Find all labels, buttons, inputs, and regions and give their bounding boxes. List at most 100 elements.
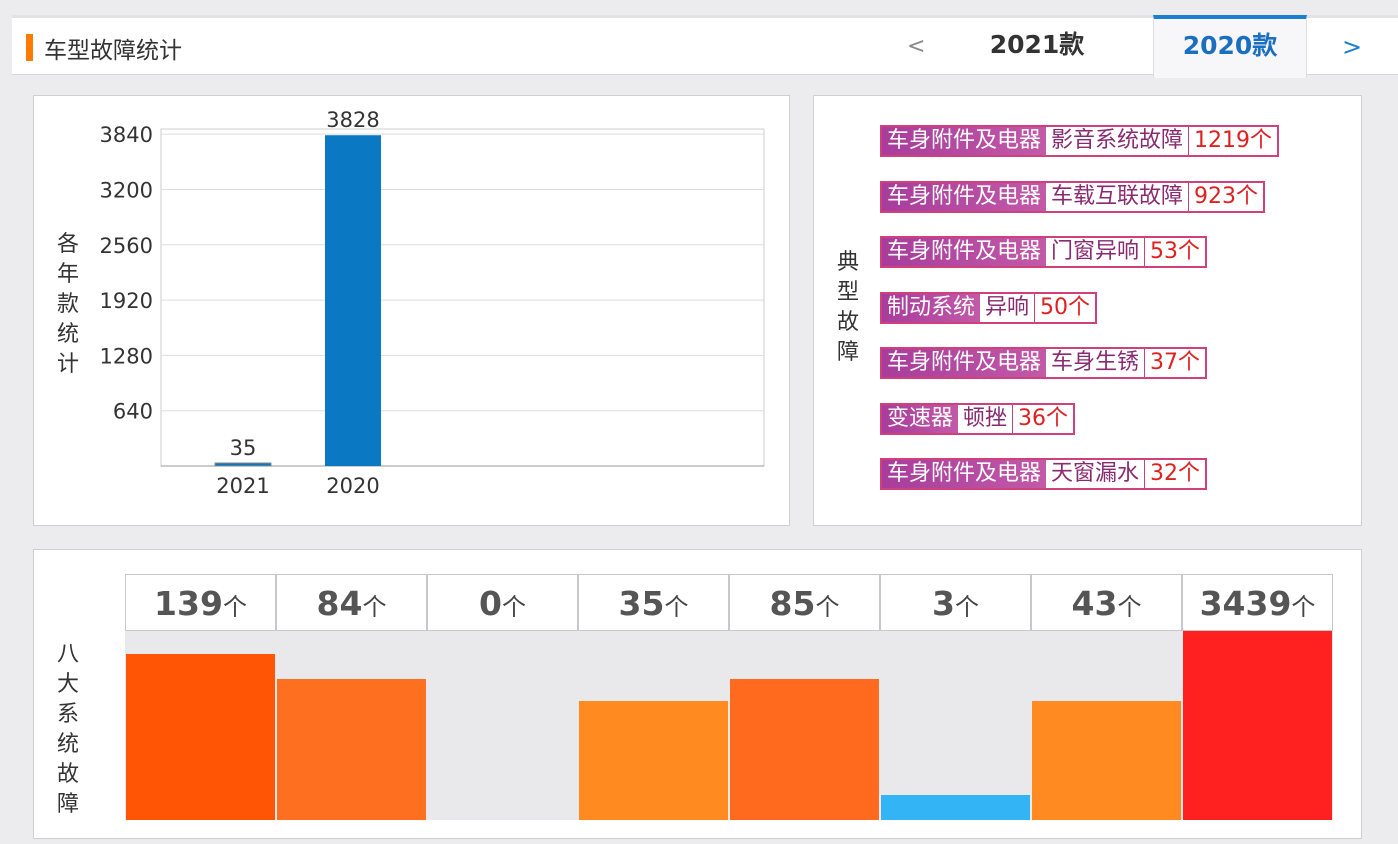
count-unit: 个: [664, 593, 689, 621]
bar: [325, 135, 381, 466]
level-fill: [881, 795, 1030, 820]
level-track: [427, 631, 578, 820]
level-track: [880, 631, 1031, 820]
fault-issue: 异响: [980, 293, 1036, 322]
eight-systems-panel: 八大系统故障 139个 84个 0个 35个 85个 3个 43个 3439个: [33, 549, 1362, 839]
fault-system: 车身附件及电器: [882, 182, 1047, 211]
fault-issue: 影音系统故障: [1046, 127, 1190, 155]
fault-count: 32个: [1150, 461, 1201, 486]
fault-issue: 门窗异响: [1046, 238, 1146, 266]
next-arrow-icon[interactable]: >: [1342, 18, 1362, 76]
system-fault-column[interactable]: 85个: [729, 574, 880, 844]
count-unit: 个: [362, 593, 387, 621]
fault-count: 36个: [1018, 405, 1069, 431]
tab-2020[interactable]: 2020款: [1153, 15, 1307, 78]
x-tick-label: 2021: [216, 474, 269, 498]
prev-arrow-icon[interactable]: <: [907, 18, 925, 76]
count-value: 43: [1071, 584, 1118, 623]
level-track: [1031, 631, 1182, 820]
bar-chart: 640 1280 1920 2560 3200 3840 35 2021 3828 2020: [100, 108, 765, 498]
count-value: 35: [618, 584, 665, 623]
system-fault-column[interactable]: 139个: [125, 574, 276, 844]
fault-count: 923个: [1194, 183, 1259, 209]
typical-fault-item[interactable]: 变速器 顿挫 36个: [880, 402, 1076, 435]
count-unit: 个: [501, 593, 526, 621]
fault-issue: 车载互联故障: [1046, 182, 1190, 211]
level-track: [276, 631, 427, 820]
count-unit: 个: [954, 593, 979, 621]
fault-system: 车身附件及电器: [882, 460, 1047, 488]
section-title: 车型故障统计: [44, 38, 182, 64]
level-fill: [126, 653, 275, 820]
count-value: 3: [932, 584, 955, 623]
typical-fault-item[interactable]: 车身附件及电器 车身生锈 37个: [880, 347, 1208, 379]
level-track: [1182, 631, 1333, 820]
system-fault-column[interactable]: 43个: [1031, 574, 1182, 844]
level-track: [125, 631, 276, 820]
fault-count: 53个: [1150, 239, 1201, 264]
system-fault-column[interactable]: 3439个: [1182, 574, 1333, 844]
system-fault-column[interactable]: 0个: [427, 574, 578, 844]
count-unit: 个: [1117, 593, 1142, 621]
fault-issue: 车身生锈: [1046, 349, 1146, 377]
y-tick-label: 1280: [100, 344, 153, 368]
fault-count: 1219个: [1194, 128, 1273, 153]
system-fault-count: 3个: [880, 574, 1031, 631]
fault-issue: 天窗漏水: [1046, 460, 1146, 488]
typical-faults-panel: 典型故障 车身附件及电器 影音系统故障 1219个 车身附件及电器 车载互联故障 923个…: [813, 95, 1362, 526]
count-value: 3439: [1199, 584, 1292, 623]
system-fault-count: 84个: [276, 574, 427, 631]
y-tick-label: 640: [113, 400, 153, 424]
level-track: [578, 631, 729, 820]
eight-systems-label: 八大系统故障: [56, 642, 79, 817]
system-fault-count: 3439个: [1182, 574, 1333, 631]
data-label: 3828: [326, 108, 379, 132]
fault-system: 车身附件及电器: [882, 127, 1047, 155]
data-label: 35: [230, 436, 257, 460]
x-tick-label: 2020: [326, 474, 379, 498]
section-header: 车型故障统计 < 2021款 2020款 >: [12, 15, 1398, 78]
fault-issue: 顿挫: [958, 404, 1014, 433]
count-unit: 个: [815, 593, 840, 621]
count-value: 0: [479, 584, 502, 623]
y-tick-label: 1920: [100, 289, 153, 313]
typical-fault-item[interactable]: 车身附件及电器 门窗异响 53个: [880, 236, 1208, 268]
yearly-chart-panel: 各年款统计 640 1280 1920 2560 3200 3840 35 2021 3828 2…: [33, 95, 790, 526]
count-unit: 个: [1291, 593, 1316, 621]
fault-count: 37个: [1150, 350, 1201, 375]
level-fill: [1032, 700, 1181, 820]
system-fault-count: 0个: [427, 574, 578, 631]
y-tick-label: 3840: [100, 123, 153, 147]
fault-count: 50个: [1040, 294, 1091, 320]
count-value: 84: [316, 584, 363, 623]
system-fault-column[interactable]: 35个: [578, 574, 729, 844]
level-fill: [579, 700, 728, 820]
typical-fault-item[interactable]: 车身附件及电器 天窗漏水 32个: [880, 458, 1208, 490]
level-track: [729, 631, 880, 820]
plot-area: [160, 128, 765, 467]
fault-system: 车身附件及电器: [882, 349, 1047, 377]
system-fault-count: 43个: [1031, 574, 1182, 631]
typical-fault-item[interactable]: 制动系统 异响 50个: [880, 291, 1098, 324]
count-value: 85: [769, 584, 816, 623]
typical-fault-item[interactable]: 车身附件及电器 车载互联故障 923个: [880, 180, 1266, 213]
count-unit: 个: [222, 593, 247, 621]
system-fault-count: 139个: [125, 574, 276, 631]
system-fault-column[interactable]: 84个: [276, 574, 427, 844]
typical-fault-item[interactable]: 车身附件及电器 影音系统故障 1219个: [880, 125, 1280, 157]
bar: [214, 462, 272, 467]
system-fault-count: 35个: [578, 574, 729, 631]
typical-faults-label: 典型故障: [836, 250, 859, 365]
fault-system: 变速器: [882, 404, 959, 433]
y-tick-label: 3200: [100, 178, 153, 202]
level-fill: [277, 679, 426, 820]
tab-2021[interactable]: 2021款: [962, 15, 1112, 78]
level-fill: [730, 679, 879, 820]
system-fault-count: 85个: [729, 574, 880, 631]
system-fault-column[interactable]: 3个: [880, 574, 1031, 844]
level-fill: [1183, 631, 1332, 820]
count-value: 139: [154, 584, 223, 623]
y-tick-label: 2560: [100, 234, 153, 258]
fault-system: 车身附件及电器: [882, 238, 1047, 266]
fault-system: 制动系统: [882, 293, 981, 322]
